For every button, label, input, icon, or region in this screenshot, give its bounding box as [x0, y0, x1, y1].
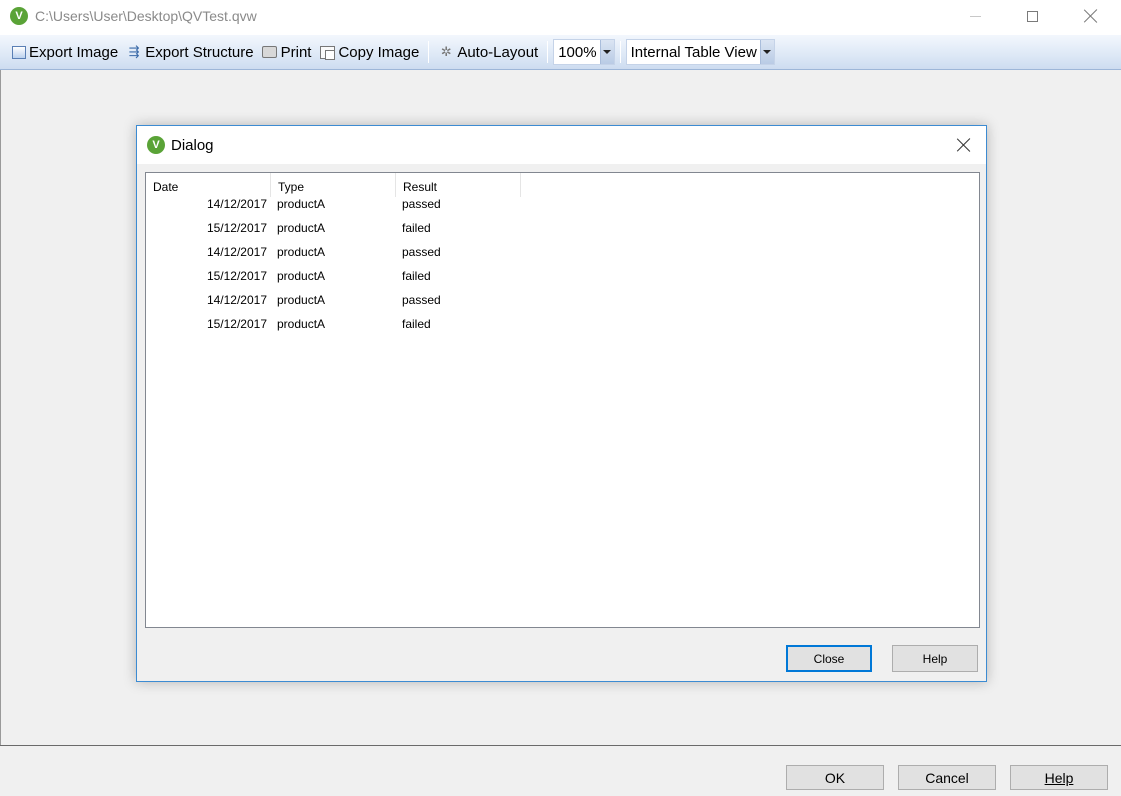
window-title: C:\Users\User\Desktop\QVTest.qvw	[35, 8, 257, 24]
cell-date: 14/12/2017	[206, 197, 267, 211]
column-header-result[interactable]: Result	[396, 173, 521, 197]
copy-image-button[interactable]: Copy Image	[315, 39, 423, 65]
table-row[interactable]: 15/12/2017 productA failed	[146, 317, 521, 341]
close-icon	[957, 138, 971, 152]
list-rows: 14/12/2017 productA passed 15/12/2017 pr…	[146, 197, 521, 341]
print-button[interactable]: Print	[258, 39, 316, 65]
dialog-help-button[interactable]: Help	[892, 645, 978, 672]
print-label: Print	[280, 43, 312, 61]
dialog-title: Dialog	[171, 137, 214, 154]
cell-date: 14/12/2017	[206, 293, 267, 307]
copy-icon	[319, 44, 335, 60]
zoom-select[interactable]: 100%	[553, 39, 615, 65]
cell-date: 15/12/2017	[206, 317, 267, 331]
export-image-icon	[12, 45, 26, 59]
cell-result: failed	[402, 221, 431, 235]
footer-help-button[interactable]: Help	[1010, 765, 1108, 790]
cancel-button[interactable]: Cancel	[898, 765, 996, 790]
cell-date: 15/12/2017	[206, 221, 267, 235]
toolbar-separator	[547, 41, 549, 63]
cell-type: productA	[277, 197, 326, 211]
view-select[interactable]: Internal Table View	[625, 39, 775, 65]
cell-type: productA	[277, 269, 326, 283]
main-window: V C:\Users\User\Desktop\QVTest.qvw Expor…	[0, 0, 1121, 796]
table-row[interactable]: 14/12/2017 productA passed	[146, 197, 521, 221]
dialog-close-button[interactable]	[949, 132, 979, 158]
auto-layout-label: Auto-Layout	[457, 43, 539, 61]
table-row[interactable]: 14/12/2017 productA passed	[146, 245, 521, 269]
table-row[interactable]: 15/12/2017 productA failed	[146, 269, 521, 293]
dialog-title-bar: V Dialog	[137, 126, 986, 164]
maximize-button[interactable]	[1009, 0, 1055, 32]
dialog-close-action-button[interactable]: Close	[786, 645, 872, 672]
export-image-label: Export Image	[29, 43, 119, 61]
column-header-date[interactable]: Date	[146, 173, 271, 197]
export-structure-label: Export Structure	[145, 43, 254, 61]
table-row[interactable]: 15/12/2017 productA failed	[146, 221, 521, 245]
table-row[interactable]: 14/12/2017 productA passed	[146, 293, 521, 317]
cell-result: passed	[402, 293, 441, 307]
cell-result: failed	[402, 269, 431, 283]
export-image-button[interactable]: Export Image	[8, 39, 122, 65]
minimize-button[interactable]	[952, 0, 998, 32]
toolbar-separator	[428, 41, 430, 63]
printer-icon	[262, 44, 278, 60]
zoom-value: 100%	[558, 43, 597, 61]
cell-type: productA	[277, 317, 326, 331]
close-icon	[1084, 9, 1098, 23]
maximize-icon	[1026, 10, 1038, 22]
structure-tree-icon: ⇶	[128, 44, 140, 59]
column-header-type[interactable]: Type	[271, 173, 396, 197]
cell-result: failed	[402, 317, 431, 331]
title-bar: V C:\Users\User\Desktop\QVTest.qvw	[0, 0, 1121, 35]
cell-date: 14/12/2017	[206, 245, 267, 259]
chevron-down-icon[interactable]	[759, 40, 774, 64]
auto-layout-button[interactable]: ✲ Auto-Layout	[434, 39, 542, 65]
footer-divider	[0, 745, 1121, 746]
chevron-down-icon[interactable]	[599, 40, 614, 64]
qlikview-logo-icon: V	[10, 7, 28, 25]
list-header: Date Type Result	[146, 173, 521, 197]
toolbar: Export Image ⇶ Export Structure Print Co…	[0, 35, 1121, 70]
cell-result: passed	[402, 197, 441, 211]
minimize-icon	[969, 15, 981, 17]
export-structure-button[interactable]: ⇶ Export Structure	[122, 39, 257, 65]
cell-type: productA	[277, 221, 326, 235]
view-value: Internal Table View	[630, 43, 757, 61]
cell-result: passed	[402, 245, 441, 259]
cell-date: 15/12/2017	[206, 269, 267, 283]
window-close-button[interactable]	[1068, 0, 1114, 32]
copy-image-label: Copy Image	[338, 43, 420, 61]
cell-type: productA	[277, 245, 326, 259]
ok-button[interactable]: OK	[786, 765, 884, 790]
cell-type: productA	[277, 293, 326, 307]
auto-layout-icon: ✲	[440, 44, 452, 59]
dialog-window: V Dialog Date Type Result 14/12/2017 pro…	[136, 125, 987, 682]
toolbar-separator	[619, 41, 621, 63]
results-list-view[interactable]: Date Type Result 14/12/2017 productA pas…	[145, 172, 980, 628]
qlikview-logo-icon: V	[147, 136, 165, 154]
